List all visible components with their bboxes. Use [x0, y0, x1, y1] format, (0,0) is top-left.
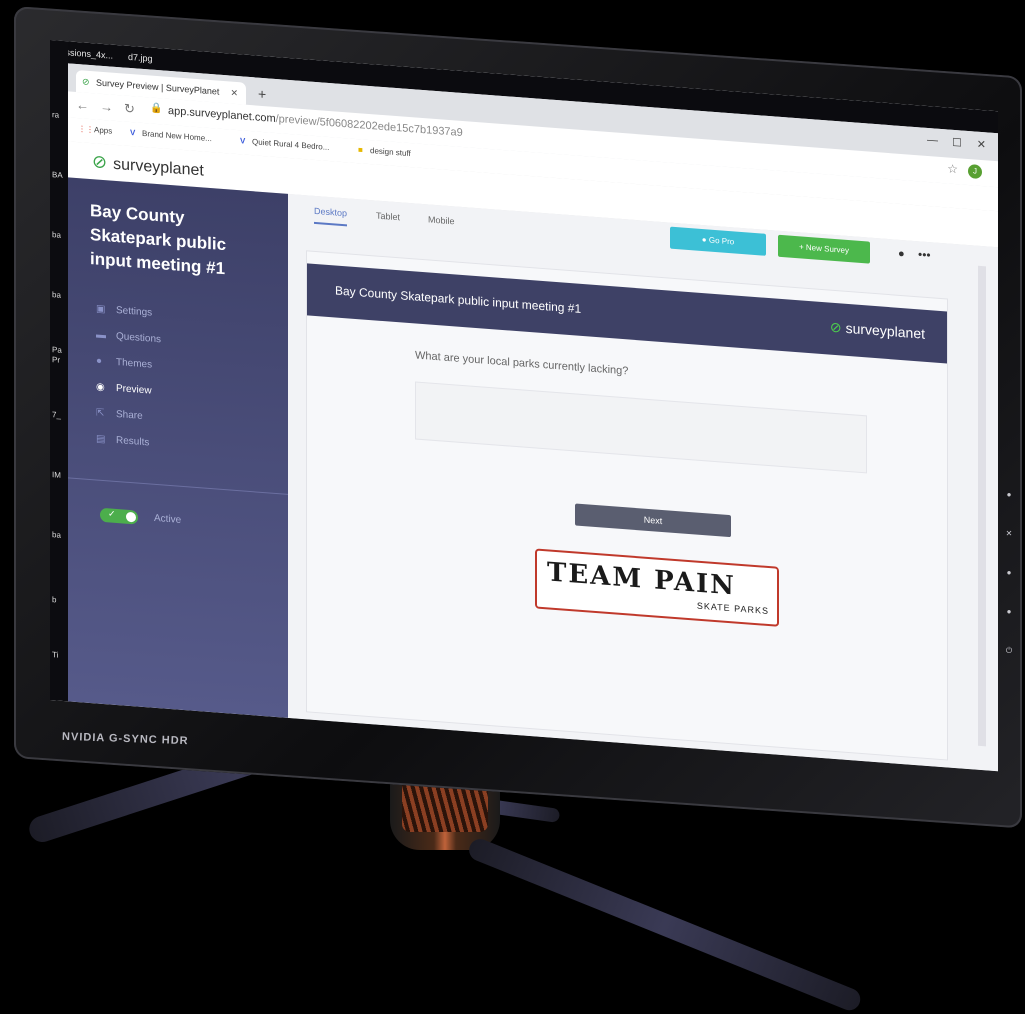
- tab-mobile[interactable]: Mobile: [428, 214, 455, 226]
- desktop-icons-column: ra BA ba ba Pa Pr 7_ IM ba b Ti: [50, 40, 68, 702]
- monitor-button-icon: ✕: [1005, 529, 1013, 538]
- desktop-file-label[interactable]: ba: [52, 290, 61, 300]
- more-options-icon[interactable]: •••: [918, 247, 931, 262]
- themes-icon: ●: [96, 355, 103, 367]
- power-icon: ⏻: [1005, 646, 1013, 655]
- profile-avatar[interactable]: J: [968, 164, 982, 180]
- survey-preview-title: Bay County Skatepark public input meetin…: [335, 283, 582, 316]
- answer-textarea[interactable]: [415, 381, 867, 474]
- survey-preview-logo-text: surveyplanet: [845, 319, 925, 342]
- monitor-stand-right-leg: [465, 835, 864, 1014]
- results-icon: ▤: [96, 433, 106, 446]
- surveyplanet-mark-icon: ⊘: [92, 151, 108, 173]
- team-pain-logo: TEAM PAIN SKATE PARKS: [535, 548, 779, 627]
- new-tab-icon[interactable]: +: [258, 86, 266, 103]
- bookmark-favicon-icon: V: [240, 136, 246, 146]
- main-content: Desktop Tablet Mobile ● Go Pro + New Sur…: [288, 193, 998, 772]
- check-icon: ✓: [108, 508, 116, 519]
- surveyplanet-logo[interactable]: ⊘ surveyplanet: [92, 151, 204, 180]
- bookmark-item[interactable]: Brand New Home...: [142, 129, 212, 143]
- tab-desktop[interactable]: Desktop: [314, 205, 348, 227]
- close-window-icon[interactable]: ✕: [977, 138, 986, 152]
- minimize-icon[interactable]: —: [927, 134, 938, 147]
- questions-icon: ▬: [96, 329, 106, 342]
- desktop-file-label[interactable]: b: [52, 595, 56, 604]
- next-button[interactable]: Next: [575, 503, 731, 538]
- desktop-file-label[interactable]: BA: [52, 170, 63, 180]
- sidebar-item-share[interactable]: ⇱ Share: [96, 407, 143, 422]
- new-survey-button[interactable]: + New Survey: [778, 234, 870, 264]
- sidebar-item-results[interactable]: ▤ Results: [96, 433, 149, 448]
- preview-icon: ◉: [96, 381, 105, 394]
- sidebar-divider: [68, 477, 288, 495]
- desktop-file-label[interactable]: Pa: [52, 345, 62, 355]
- settings-icon: ▣: [96, 303, 106, 316]
- lock-icon: 🔒: [150, 102, 163, 115]
- survey-preview-frame: Bay County Skatepark public input meetin…: [306, 250, 948, 761]
- surveyplanet-app: ⊘ surveyplanet Bay County Skatepark publi…: [68, 141, 998, 772]
- desktop-file-label[interactable]: Ti: [52, 650, 58, 659]
- monitor-button-icon: ●: [1006, 607, 1012, 616]
- tab-tablet[interactable]: Tablet: [376, 211, 400, 223]
- sidebar-item-label: Settings: [116, 304, 153, 319]
- sidebar-item-settings[interactable]: ▣ Settings: [96, 303, 152, 318]
- bookmark-apps[interactable]: Apps: [94, 125, 112, 135]
- sidebar-item-questions[interactable]: ▬ Questions: [96, 329, 161, 345]
- desktop-file-label[interactable]: ra: [52, 110, 59, 120]
- maximize-icon[interactable]: ☐: [952, 136, 962, 150]
- sidebar: Bay County Skatepark public input meetin…: [68, 177, 288, 718]
- team-pain-logo-subtext: SKATE PARKS: [696, 600, 769, 617]
- go-pro-label: Go Pro: [708, 235, 735, 247]
- active-toggle[interactable]: ✓: [100, 507, 138, 525]
- reload-icon[interactable]: ↻: [124, 101, 135, 118]
- desktop-file-label[interactable]: ba: [52, 530, 61, 540]
- monitor-button-icon: ●: [1006, 568, 1012, 577]
- desktop-file-label[interactable]: ba: [52, 230, 61, 240]
- go-pro-icon: ●: [701, 235, 709, 245]
- desktop-file-label[interactable]: Pr: [52, 355, 60, 365]
- bookmark-favicon-icon: V: [130, 128, 136, 138]
- bookmark-folder[interactable]: design stuff: [370, 146, 411, 158]
- sidebar-item-label: Share: [116, 408, 143, 422]
- forward-icon[interactable]: →: [100, 99, 113, 115]
- sidebar-item-themes[interactable]: ● Themes: [96, 355, 152, 370]
- sidebar-item-label: Preview: [116, 382, 152, 397]
- close-tab-icon[interactable]: ✕: [230, 82, 238, 105]
- sidebar-item-preview[interactable]: ◉ Preview: [96, 381, 152, 396]
- monitor-screen: sessions_4x... d7.jpg ra BA ba ba Pa Pr …: [50, 40, 998, 772]
- toggle-knob: [126, 511, 136, 523]
- surveyplanet-favicon-icon: ⊘: [82, 76, 90, 87]
- monitor-button-icon: ●: [1006, 490, 1012, 499]
- survey-title: Bay County Skatepark public input meetin…: [90, 201, 227, 279]
- url-host: app.surveyplanet.com: [168, 104, 276, 125]
- folder-icon: ■: [358, 145, 363, 155]
- back-icon[interactable]: ←: [76, 97, 89, 113]
- survey-preview-header: Bay County Skatepark public input meetin…: [307, 263, 947, 364]
- tab-title: Survey Preview | SurveyPlanet: [96, 77, 220, 97]
- monitor-side-buttons: ● ✕ ● ● ⏻: [1004, 490, 1014, 686]
- desktop-file-label[interactable]: 7_: [52, 410, 61, 420]
- preview-scrollbar[interactable]: [978, 265, 986, 747]
- apps-grid-icon[interactable]: ⋮⋮: [78, 124, 94, 134]
- question-text: What are your local parks currently lack…: [415, 349, 629, 378]
- team-pain-logo-text: TEAM PAIN: [547, 557, 736, 602]
- share-icon: ⇱: [96, 407, 105, 420]
- sidebar-item-label: Results: [116, 434, 150, 449]
- survey-preview-logo: ⊘ surveyplanet: [830, 319, 925, 343]
- user-menu-icon[interactable]: ●: [898, 248, 905, 261]
- desktop-file-label[interactable]: d7.jpg: [128, 52, 153, 64]
- bookmark-item[interactable]: Quiet Rural 4 Bedro...: [252, 137, 329, 152]
- logo-text: surveyplanet: [113, 155, 204, 180]
- sidebar-item-label: Questions: [116, 330, 162, 346]
- sidebar-item-label: Themes: [116, 356, 153, 371]
- desktop-file-label[interactable]: IM: [52, 470, 61, 480]
- surveyplanet-mark-icon: ⊘: [829, 318, 842, 336]
- bookmark-star-icon[interactable]: ☆: [947, 161, 958, 176]
- active-status-label: Active: [154, 512, 182, 526]
- go-pro-button[interactable]: ● Go Pro: [670, 226, 766, 256]
